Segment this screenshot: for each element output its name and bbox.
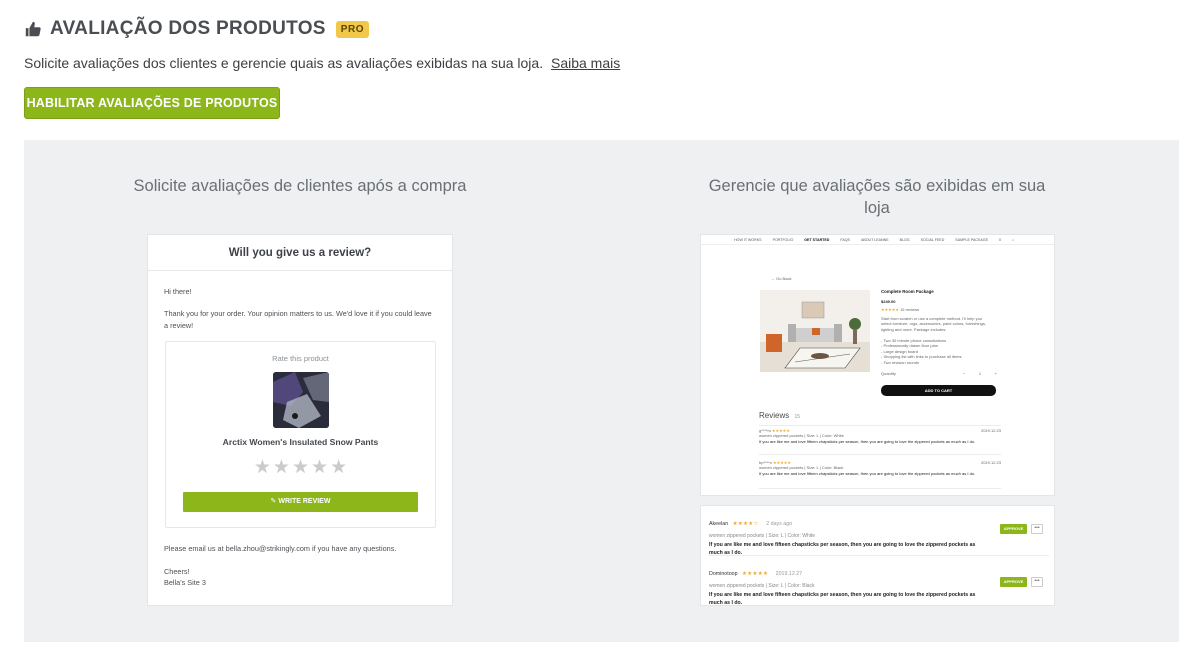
rate-product-box: Rate this product Arctix Women's Insulat…: [165, 341, 436, 528]
product-name: Arctix Women's Insulated Snow Pants: [222, 437, 379, 447]
review-text: If you are like me and love fifteen chap…: [759, 470, 976, 476]
star-icon[interactable]: ★: [330, 457, 347, 478]
nav-item[interactable]: BLOG: [900, 238, 910, 242]
store-product-page-preview: HOW IT WORKS PORTFOLIO GET STARTED FAQS …: [700, 234, 1055, 496]
review-text: If you are like me and love fifteen chap…: [759, 438, 976, 444]
approve-button[interactable]: APPROVE: [1000, 577, 1027, 587]
review-stars-icon: ★★★★★: [771, 428, 790, 433]
reviews-title: Reviews: [759, 411, 790, 420]
quantity-value: 1: [978, 371, 982, 376]
reviews-count: 15: [794, 414, 801, 420]
review-moderation-list: Akeelan ★★★★☆ 2 days ago women zippered …: [700, 505, 1055, 606]
page-title: AVALIAÇÃO DOS PRODUTOS: [50, 18, 326, 39]
review-text: If you are like me and love fifteen chap…: [709, 592, 976, 606]
review-user: bp****n: [759, 460, 772, 465]
enable-reviews-button[interactable]: HABILITAR AVALIAÇÕES DE PRODUTOS: [24, 87, 280, 119]
product-review-count: 15 reviews: [900, 307, 920, 312]
pro-badge: PRO: [335, 20, 369, 38]
nav-item[interactable]: ABOUT LEANNE: [861, 238, 889, 242]
star-icon[interactable]: ★: [292, 457, 309, 478]
write-review-label: WRITE REVIEW: [278, 498, 331, 505]
nav-item[interactable]: SOCIAL FEED: [921, 238, 945, 242]
review-meta: women zippered pockets | Size: L | Color…: [709, 583, 815, 589]
nav-item[interactable]: PORTFOLIO: [773, 238, 794, 242]
star-icon[interactable]: ★: [254, 457, 271, 478]
manage-reviews-title: Gerencie que avaliações são exibidas em …: [708, 177, 1046, 217]
package-bullets: - Two 30 minute phone consultations - Pr…: [881, 338, 993, 365]
email-intro: Thank you for your order. Your opinion m…: [164, 309, 432, 330]
reviewer-name: Akeelan: [709, 521, 729, 527]
review-date: 2019.12.23: [980, 428, 1001, 433]
reviewer-name: Dominotoop: [709, 571, 738, 577]
subtitle-text: Solicite avaliações dos clientes e geren…: [24, 55, 544, 71]
moderation-row: Dominotoop ★★★★★ 2019.12.27 women zipper…: [709, 562, 1049, 607]
email-signoff: Cheers!: [164, 567, 190, 576]
review-date: 2019.12.27: [775, 571, 803, 577]
moderation-row: Akeelan ★★★★☆ 2 days ago women zippered …: [709, 512, 1049, 557]
nav-item[interactable]: FAQS: [840, 238, 850, 242]
search-icon[interactable]: ⌕: [1012, 238, 1014, 242]
star-icon[interactable]: ★: [273, 457, 290, 478]
divider: [709, 555, 1049, 556]
more-options-icon[interactable]: •••: [1031, 524, 1043, 534]
product-description: Start from scratch or use a complete met…: [881, 316, 986, 332]
review-meta: women zippered pockets | Size: L | Color…: [709, 533, 816, 539]
star-icon[interactable]: ★: [311, 457, 328, 478]
star-rating-input[interactable]: ★ ★ ★ ★ ★: [166, 456, 435, 479]
product-photo: [760, 290, 870, 372]
rate-product-label: Rate this product: [272, 354, 329, 363]
divider: [759, 454, 1001, 455]
reviews-heading: Reviews 15: [759, 411, 800, 420]
product-price: $249.00: [881, 299, 896, 304]
product-rating: ★★★★★ 15 reviews: [881, 307, 919, 312]
nav-item-active[interactable]: GET STARTED: [804, 238, 829, 242]
email-contact-line: Please email us at bella.zhou@strikingly…: [164, 544, 397, 553]
email-site-name: Bella's Site 3: [164, 578, 206, 587]
review-date: 2019.12.23: [980, 460, 1001, 465]
page-header: AVALIAÇÃO DOS PRODUTOS PRO: [24, 18, 369, 40]
review-stars-icon: ★★★★★: [773, 460, 791, 465]
store-review-item: g****m ★★★★★ 2019.12.23 women zippered po…: [759, 428, 1001, 444]
nav-item[interactable]: HOW IT WORKS: [734, 238, 762, 242]
divider: [759, 425, 1001, 426]
thumbs-up-icon: [25, 21, 41, 37]
more-options-icon[interactable]: •••: [1031, 577, 1043, 587]
learn-more-link[interactable]: Saiba mais: [551, 55, 620, 71]
rating-stars-icon: ★★★★☆: [732, 521, 759, 527]
review-request-email-preview: Will you give us a review? Hi there! Tha…: [147, 234, 453, 606]
divider: [759, 488, 1001, 489]
page-subtitle: Solicite avaliações dos clientes e geren…: [24, 55, 620, 71]
email-heading: Will you give us a review?: [148, 235, 452, 271]
bullet-item: - Two revision rounds: [881, 359, 919, 365]
cart-count[interactable]: 0: [999, 238, 1001, 242]
quantity-label: Quantity: [881, 371, 896, 376]
review-user: g****m: [759, 428, 771, 433]
write-review-button[interactable]: ✎ WRITE REVIEW: [183, 492, 418, 512]
product-title: Complete Room Package: [881, 289, 934, 294]
rating-stars-icon: ★★★★★: [881, 307, 899, 312]
approve-button[interactable]: APPROVE: [1000, 524, 1027, 534]
product-image: [273, 372, 329, 428]
email-greeting: Hi there!: [164, 287, 192, 296]
minus-icon[interactable]: −: [963, 371, 965, 376]
nav-item[interactable]: SAMPLE PACKAGE: [955, 238, 988, 242]
plus-icon[interactable]: +: [995, 371, 997, 376]
store-nav: HOW IT WORKS PORTFOLIO GET STARTED FAQS …: [701, 235, 1054, 245]
back-link[interactable]: ← Go Back: [771, 276, 791, 281]
add-to-cart-button[interactable]: ADD TO CART: [881, 385, 996, 396]
store-review-item: bp****n ★★★★★ 2019.12.23 women zippered p…: [759, 460, 1001, 476]
quantity-stepper[interactable]: − 1 +: [963, 371, 997, 376]
rating-stars-icon: ★★★★★: [742, 571, 769, 577]
review-date: 2 days ago: [766, 521, 793, 527]
request-reviews-title: Solicite avaliações de clientes após a c…: [133, 177, 467, 195]
